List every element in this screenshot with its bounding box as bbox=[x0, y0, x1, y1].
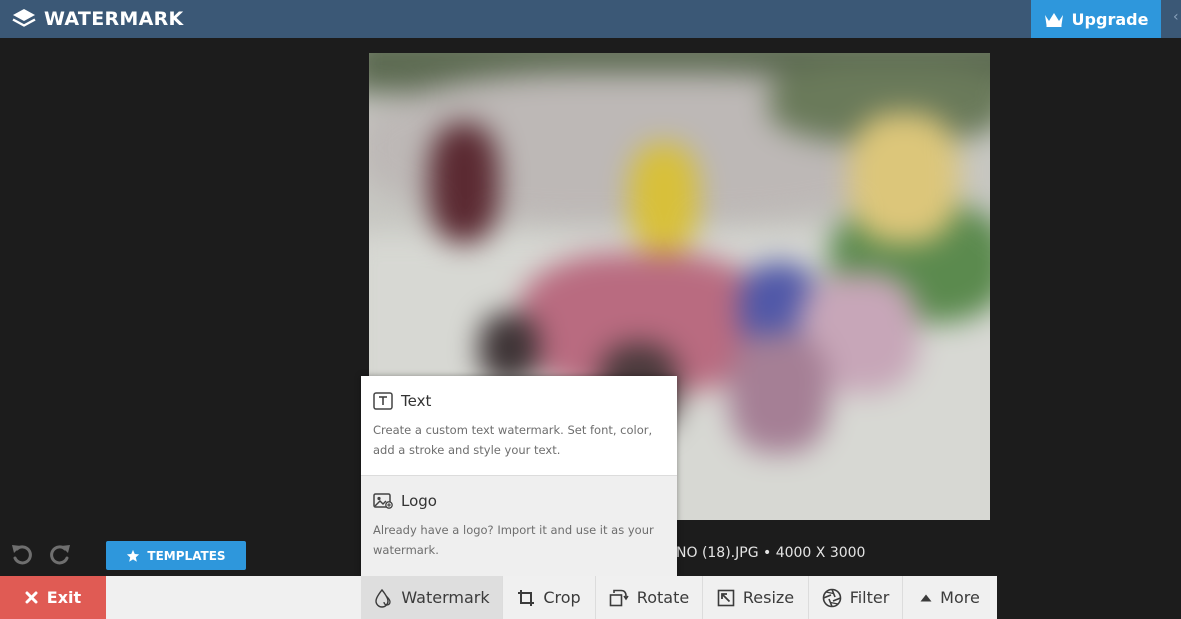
app-logo[interactable]: WATERMARK bbox=[12, 0, 184, 38]
watermark-option-logo[interactable]: Logo Already have a logo? Import it and … bbox=[361, 476, 677, 576]
header-overflow: ‹ bbox=[1161, 0, 1181, 38]
tool-crop[interactable]: Crop bbox=[503, 576, 596, 619]
toolbar-spacer bbox=[997, 576, 1181, 619]
redo-icon[interactable] bbox=[48, 543, 72, 565]
app-name: WATERMARK bbox=[44, 8, 184, 30]
rotate-icon bbox=[609, 589, 629, 606]
watermark-drop-icon bbox=[375, 588, 392, 608]
option-description: Already have a logo? Import it and use i… bbox=[373, 523, 654, 557]
resize-icon bbox=[717, 589, 735, 606]
undo-icon[interactable] bbox=[10, 543, 34, 565]
caret-up-icon bbox=[920, 594, 932, 601]
tool-label: More bbox=[940, 588, 980, 607]
tool-label: Filter bbox=[849, 588, 890, 607]
layers-logo-icon bbox=[12, 9, 36, 27]
tool-watermark[interactable]: Watermark bbox=[361, 576, 503, 619]
filter-icon bbox=[822, 588, 841, 607]
tool-label: Rotate bbox=[636, 588, 690, 607]
bottom-toolbar: Exit Watermark Crop Rotate Resize Filter… bbox=[0, 576, 1181, 619]
image-logo-icon bbox=[373, 493, 393, 509]
upgrade-button[interactable]: Upgrade bbox=[1031, 0, 1161, 38]
tool-label: Resize bbox=[742, 588, 795, 607]
tool-label: Watermark bbox=[401, 588, 490, 607]
exit-label: Exit bbox=[46, 588, 82, 607]
option-title: Logo bbox=[401, 492, 437, 510]
option-title: Text bbox=[401, 392, 432, 410]
upgrade-label: Upgrade bbox=[1071, 9, 1149, 29]
tool-rotate[interactable]: Rotate bbox=[596, 576, 703, 619]
tool-resize[interactable]: Resize bbox=[703, 576, 809, 619]
overflow-chevron-icon: ‹ bbox=[1173, 9, 1179, 25]
templates-label: TEMPLATES bbox=[147, 548, 226, 563]
templates-button[interactable]: TEMPLATES bbox=[106, 541, 246, 570]
crop-icon bbox=[518, 589, 535, 606]
option-description: Create a custom text watermark. Set font… bbox=[373, 423, 653, 457]
app-header: WATERMARK Upgrade ‹ bbox=[0, 0, 1181, 38]
history-controls bbox=[10, 543, 72, 565]
watermark-option-text[interactable]: Text Create a custom text watermark. Set… bbox=[361, 376, 677, 476]
watermark-menu: Text Create a custom text watermark. Set… bbox=[361, 376, 677, 576]
crown-icon bbox=[1044, 12, 1063, 27]
tool-more[interactable]: More bbox=[903, 576, 997, 619]
tool-label: Crop bbox=[543, 588, 581, 607]
exit-button[interactable]: Exit bbox=[0, 576, 106, 619]
file-info-label: NO (18).JPG • 4000 X 3000 bbox=[676, 545, 866, 561]
star-icon bbox=[127, 549, 140, 562]
tool-filter[interactable]: Filter bbox=[809, 576, 903, 619]
text-box-icon bbox=[373, 392, 393, 410]
close-icon bbox=[25, 591, 38, 604]
